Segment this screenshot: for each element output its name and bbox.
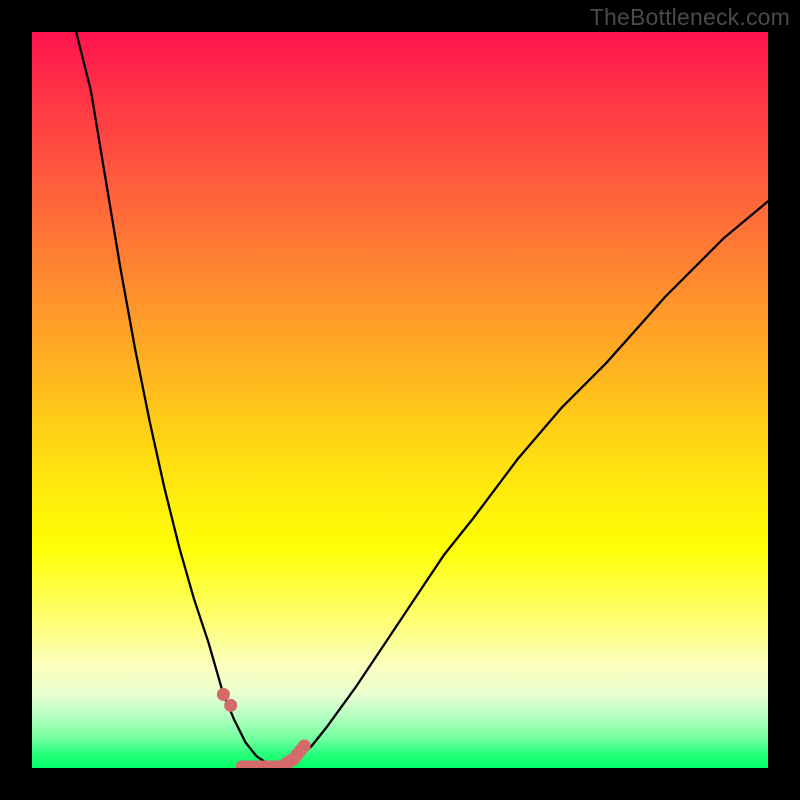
marker-dot-group — [217, 688, 311, 768]
bottleneck-curve — [76, 32, 768, 767]
curve-svg — [32, 32, 768, 768]
plot-area — [32, 32, 768, 768]
marker-dot — [298, 739, 311, 752]
marker-dot — [224, 699, 237, 712]
watermark-text: TheBottleneck.com — [590, 4, 790, 31]
chart-frame: TheBottleneck.com — [0, 0, 800, 800]
marker-dot — [217, 688, 230, 701]
